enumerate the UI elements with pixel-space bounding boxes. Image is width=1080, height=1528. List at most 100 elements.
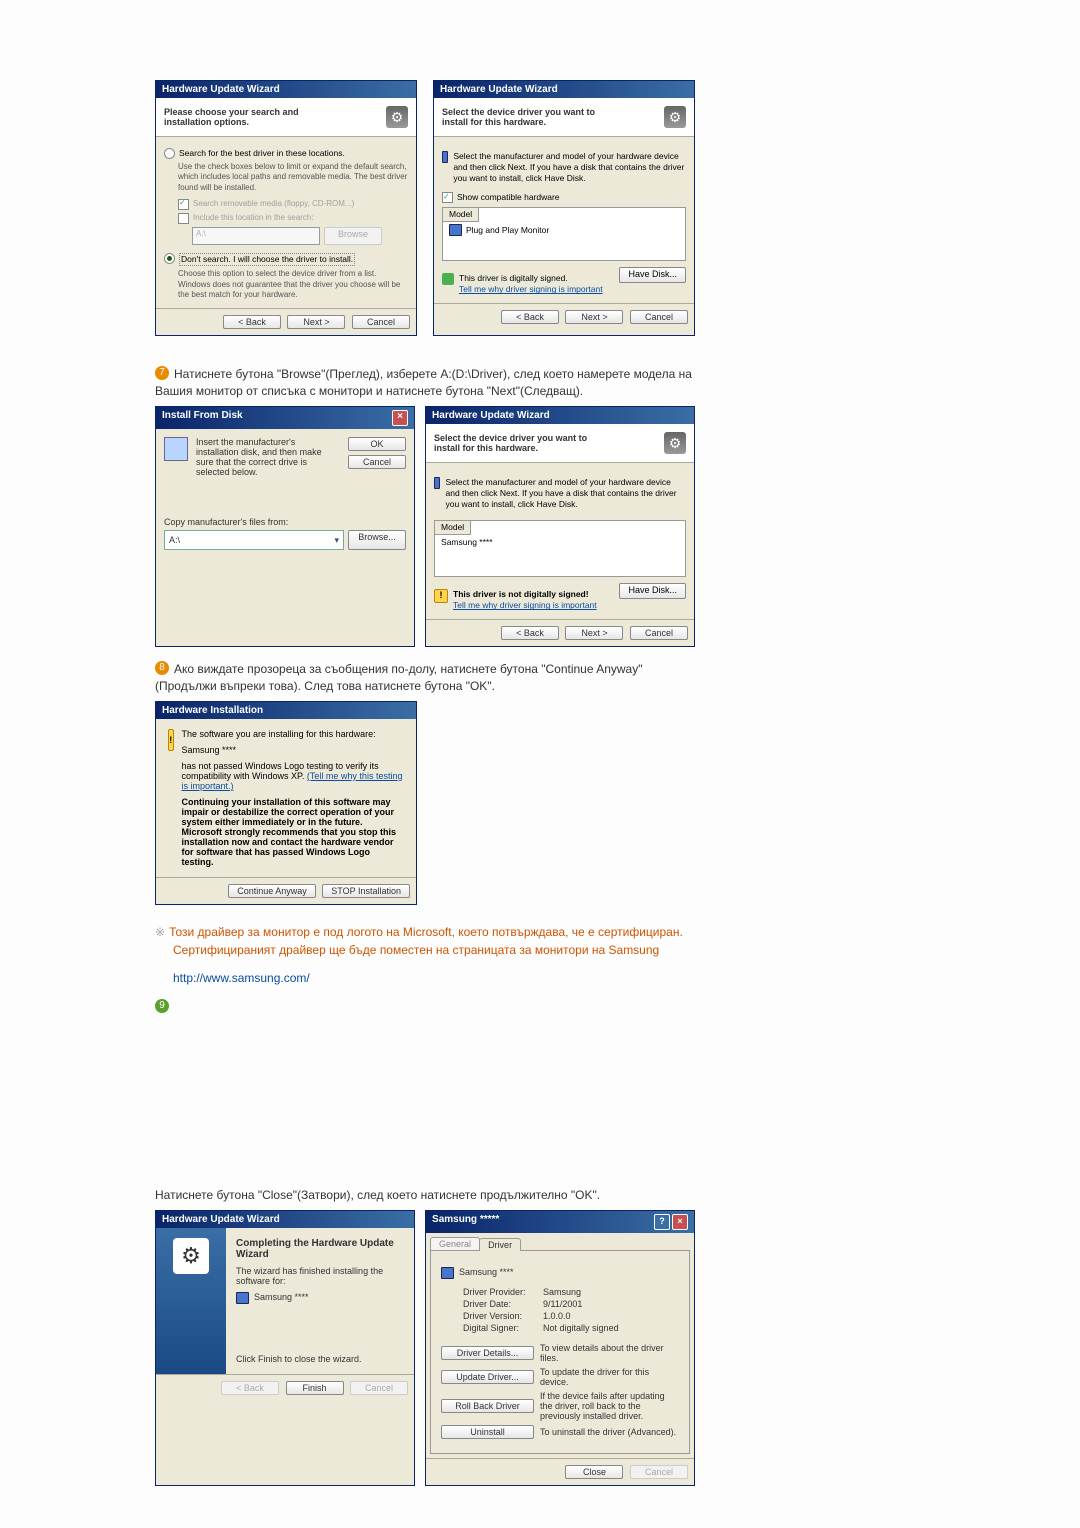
samsung-link[interactable]: http://www.samsung.com/	[173, 971, 310, 985]
continue-anyway-button[interactable]: Continue Anyway	[228, 884, 316, 898]
install-disk-msg: Insert the manufacturer's installation d…	[196, 437, 340, 477]
signer-value: Not digitally signed	[543, 1323, 619, 1333]
finish-button[interactable]: Finish	[286, 1381, 344, 1395]
radio-icon	[164, 253, 175, 264]
wizard-header: Please choose your search and installati…	[156, 98, 416, 137]
stop-installation-button[interactable]: STOP Installation	[322, 884, 410, 898]
signing-info-link[interactable]: Tell me why driver signing is important	[453, 600, 597, 611]
hardware-installation-dialog: Hardware Installation ! The software you…	[155, 701, 417, 905]
tab-driver[interactable]: Driver	[479, 1238, 521, 1251]
completing-device: Samsung ****	[254, 1292, 309, 1302]
dialog-titlebar: Hardware Installation	[156, 702, 416, 719]
cancel-button[interactable]: Cancel	[630, 626, 688, 640]
uninstall-button[interactable]: Uninstall	[441, 1425, 534, 1439]
radio2-description: Choose this option to select the device …	[178, 269, 408, 300]
completing-title: Completing the Hardware Update Wizard	[236, 1238, 404, 1260]
checkbox-icon	[178, 213, 189, 224]
cert-icon	[442, 273, 454, 285]
hw-line1: The software you are installing for this…	[182, 729, 404, 739]
hw-warning-bold: Continuing your installation of this sof…	[182, 797, 404, 867]
update-driver-button[interactable]: Update Driver...	[441, 1370, 534, 1384]
driver-select-desc: Select the manufacturer and model of you…	[445, 477, 686, 510]
cancel-button[interactable]: Cancel	[348, 455, 406, 469]
checkbox-include-location: Include this location in the search:	[178, 213, 408, 224]
tab-content: Samsung **** Driver Provider:Samsung Dri…	[430, 1250, 690, 1454]
radio-search-locations[interactable]: Search for the best driver in these loca…	[164, 148, 408, 159]
wizard-footer: < Back Next > Cancel	[426, 619, 694, 646]
copy-from-label: Copy manufacturer's files from:	[164, 517, 406, 527]
next-button[interactable]: Next >	[287, 315, 345, 329]
wizard-heading: Select the device driver you want to ins…	[442, 107, 622, 127]
device-name: Samsung ****	[459, 1267, 514, 1277]
driver-details-button[interactable]: Driver Details...	[441, 1346, 534, 1360]
gear-icon	[664, 432, 686, 454]
have-disk-button[interactable]: Have Disk...	[619, 267, 686, 283]
back-button[interactable]: < Back	[501, 310, 559, 324]
uninstall-desc: To uninstall the driver (Advanced).	[540, 1427, 679, 1437]
cancel-button[interactable]: Cancel	[630, 310, 688, 324]
radio-dont-search[interactable]: Don't search. I will choose the driver t…	[164, 253, 408, 266]
cancel-button[interactable]: Cancel	[352, 315, 410, 329]
monitor-icon	[449, 224, 462, 236]
browse-button[interactable]: Browse...	[348, 530, 406, 550]
radio-icon	[164, 148, 175, 159]
next-button[interactable]: Next >	[565, 626, 623, 640]
chevron-down-icon: ▾	[335, 535, 340, 546]
tabs: General Driver	[430, 1237, 694, 1250]
dialog-titlebar: Samsung ***** ? ×	[426, 1211, 694, 1233]
wizard-completing: Hardware Update Wizard Completing the Ha…	[155, 1210, 415, 1486]
step-badge-7: 7	[155, 366, 169, 380]
properties-dialog: Samsung ***** ? × General Driver Samsung…	[425, 1210, 695, 1486]
path-dropdown[interactable]: A:\ ▾	[164, 530, 344, 550]
dialog-footer: Close Cancel	[426, 1458, 694, 1485]
provider-value: Samsung	[543, 1287, 581, 1297]
monitor-icon	[236, 1292, 249, 1304]
wizard-footer: < Back Finish Cancel	[156, 1374, 414, 1401]
cert-note: ※Този драйвер за монитор е под логото на…	[155, 923, 695, 959]
checkbox-show-compatible[interactable]: Show compatible hardware	[442, 192, 686, 203]
ok-button[interactable]: OK	[348, 437, 406, 451]
version-label: Driver Version:	[463, 1311, 543, 1321]
monitor-icon	[434, 477, 440, 489]
hw-device: Samsung ****	[182, 745, 404, 755]
radio1-description: Use the check boxes below to limit or ex…	[178, 162, 408, 193]
signer-label: Digital Signer:	[463, 1323, 543, 1333]
details-desc: To view details about the driver files.	[540, 1343, 679, 1363]
tab-general[interactable]: General	[430, 1237, 480, 1250]
signing-info-link[interactable]: Tell me why driver signing is important	[459, 284, 603, 295]
warning-icon: !	[168, 729, 174, 751]
signature-status: ! This driver is not digitally signed! T…	[434, 589, 597, 611]
rollback-driver-button[interactable]: Roll Back Driver	[441, 1399, 534, 1413]
close-icon[interactable]: ×	[672, 1214, 688, 1230]
have-disk-button[interactable]: Have Disk...	[619, 583, 686, 599]
wizard-titlebar: Hardware Update Wizard	[156, 1211, 414, 1228]
completing-done: The wizard has finished installing the s…	[236, 1266, 404, 1286]
next-button[interactable]: Next >	[565, 310, 623, 324]
step-9-text: Натиснете бутона "Close"(Затвори), след …	[155, 1187, 695, 1204]
reference-mark: ※	[155, 925, 165, 939]
step-badge-8: 8	[155, 661, 169, 675]
model-item[interactable]: Plug and Play Monitor	[443, 222, 685, 238]
date-label: Driver Date:	[463, 1299, 543, 1309]
date-value: 9/11/2001	[543, 1299, 582, 1309]
model-label: Model	[443, 208, 479, 222]
help-icon[interactable]: ?	[654, 1214, 670, 1230]
close-icon[interactable]: ×	[392, 410, 408, 426]
spacer	[155, 1013, 695, 1173]
disk-icon	[164, 437, 188, 461]
wizard-heading: Please choose your search and installati…	[164, 107, 344, 127]
model-item[interactable]: Samsung ****	[435, 535, 685, 550]
close-button[interactable]: Close	[565, 1465, 623, 1479]
checkbox-icon	[442, 192, 453, 203]
step-7-text: 7Натиснете бутона "Browse"(Преглед), изб…	[155, 366, 695, 400]
back-button[interactable]: < Back	[501, 626, 559, 640]
checkbox-search-media: Search removable media (floppy, CD-ROM..…	[178, 199, 408, 210]
cancel-button: Cancel	[630, 1465, 688, 1479]
back-button: < Back	[221, 1381, 279, 1395]
wizard-titlebar: Hardware Update Wizard	[156, 81, 416, 98]
wizard-titlebar: Hardware Update Wizard	[434, 81, 694, 98]
wizard-header: Select the device driver you want to ins…	[426, 424, 694, 463]
version-value: 1.0.0.0	[543, 1311, 571, 1321]
back-button[interactable]: < Back	[223, 315, 281, 329]
wizard-select-driver: Hardware Update Wizard Select the device…	[433, 80, 695, 336]
